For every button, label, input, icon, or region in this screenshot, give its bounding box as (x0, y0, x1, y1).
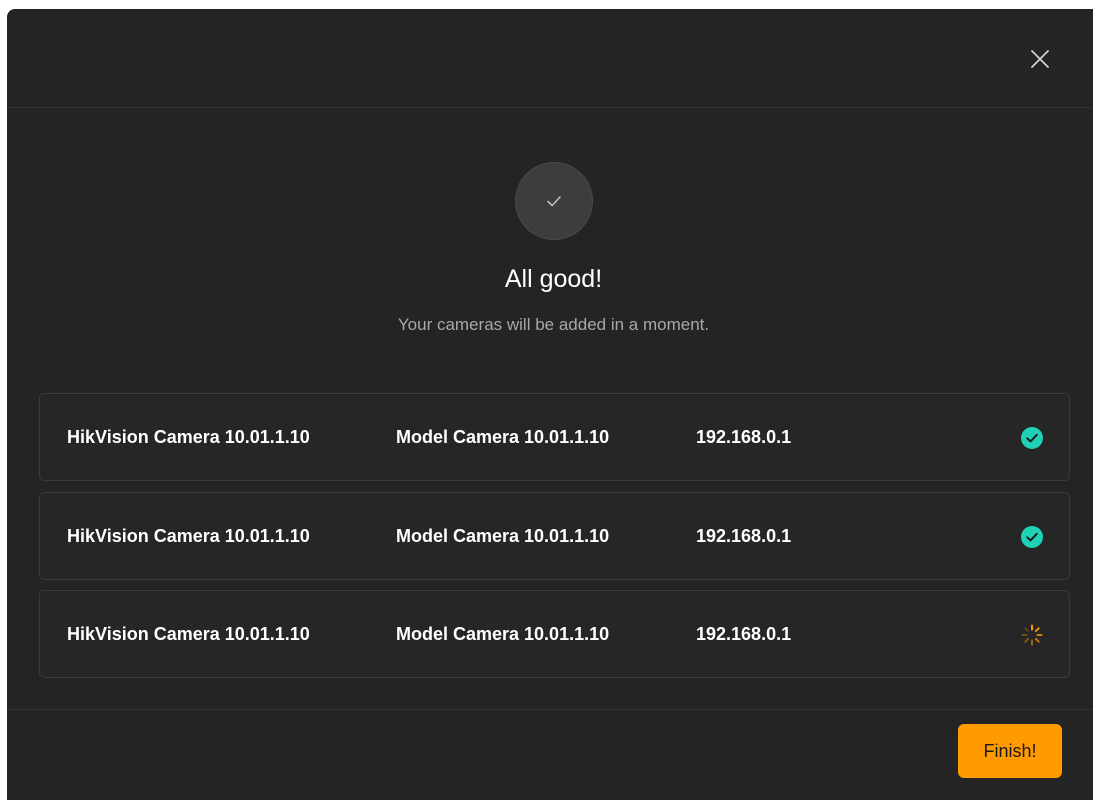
camera-ip: 192.168.0.1 (696, 427, 792, 447)
camera-name: HikVision Camera 10.01.1.10 (67, 427, 310, 447)
checkmark-icon (547, 196, 561, 207)
check-circle-icon (1021, 427, 1043, 449)
camera-name: HikVision Camera 10.01.1.10 (67, 526, 310, 546)
dialog-footer (7, 709, 1093, 800)
camera-ip: 192.168.0.1 (696, 624, 792, 644)
check-circle-icon (1021, 526, 1043, 548)
spinner-icon (1021, 624, 1043, 646)
camera-row: HikVision Camera 10.01.1.10 Model Camera… (39, 393, 1070, 481)
camera-model: Model Camera 10.01.1.10 (396, 427, 610, 447)
add-cameras-dialog: All good! Your cameras will be added in … (7, 9, 1093, 800)
success-status-circle (515, 162, 593, 240)
status-loading (1020, 623, 1044, 647)
camera-ip: 192.168.0.1 (696, 526, 792, 546)
finish-button[interactable]: Finish! (958, 724, 1062, 778)
close-button[interactable] (1029, 48, 1051, 70)
camera-model: Model Camera 10.01.1.10 (396, 526, 610, 546)
close-icon (1031, 50, 1049, 68)
dialog-title: All good! (504, 265, 603, 293)
camera-row: HikVision Camera 10.01.1.10 Model Camera… (39, 590, 1070, 678)
status-done (1020, 426, 1044, 450)
dialog-header (7, 9, 1093, 108)
camera-name: HikVision Camera 10.01.1.10 (67, 624, 310, 644)
camera-model: Model Camera 10.01.1.10 (396, 624, 610, 644)
camera-row: HikVision Camera 10.01.1.10 Model Camera… (39, 492, 1070, 580)
status-done (1020, 525, 1044, 549)
dialog-subtitle: Your cameras will be added in a moment. (397, 315, 710, 334)
